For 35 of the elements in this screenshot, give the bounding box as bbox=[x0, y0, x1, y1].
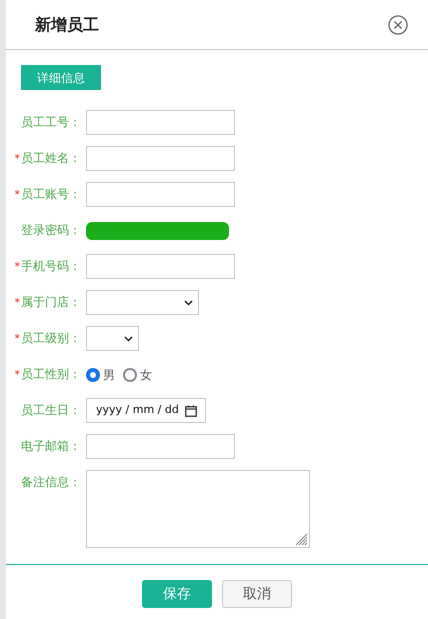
radio-option[interactable]: 女 bbox=[123, 366, 152, 384]
close-icon[interactable] bbox=[388, 14, 408, 34]
required-mark: * bbox=[14, 368, 20, 381]
radio-option[interactable]: 男 bbox=[86, 366, 115, 384]
field-label: 登录密码： bbox=[21, 223, 81, 237]
required-mark: * bbox=[14, 296, 20, 309]
text-field[interactable] bbox=[86, 110, 235, 135]
text-field[interactable] bbox=[86, 254, 235, 279]
caret-icon bbox=[124, 336, 133, 342]
field-label: 手机号码： bbox=[21, 259, 81, 273]
field-label: 属于门店： bbox=[21, 295, 81, 309]
text-field[interactable] bbox=[86, 146, 235, 171]
field-label: 员工工号： bbox=[21, 115, 81, 129]
field-label: 员工生日： bbox=[21, 403, 81, 417]
dropdown[interactable] bbox=[86, 326, 139, 351]
text-field[interactable] bbox=[86, 182, 235, 207]
caret-icon bbox=[184, 300, 193, 306]
text-area[interactable] bbox=[86, 470, 310, 548]
field-label: 电子邮箱： bbox=[21, 439, 81, 453]
field-label: 员工姓名： bbox=[21, 151, 81, 165]
cancel-button[interactable]: 取消 bbox=[222, 580, 292, 608]
field-label: 备注信息： bbox=[21, 475, 81, 489]
field-label: 员工性别： bbox=[21, 367, 81, 381]
required-mark: * bbox=[14, 188, 20, 201]
dropdown[interactable] bbox=[86, 290, 199, 315]
resize-grip-icon[interactable] bbox=[296, 534, 308, 546]
field-label: 员工级别： bbox=[21, 331, 81, 345]
text-field[interactable] bbox=[86, 434, 235, 459]
required-mark: * bbox=[14, 332, 20, 345]
required-mark: * bbox=[14, 260, 20, 273]
calendar-icon[interactable] bbox=[185, 404, 197, 416]
dialog-title: 新增员工 bbox=[35, 14, 99, 36]
field-label: 员工账号： bbox=[21, 187, 81, 201]
required-mark: * bbox=[14, 152, 20, 165]
date-field[interactable]: yyyy / mm / dd bbox=[86, 398, 206, 423]
